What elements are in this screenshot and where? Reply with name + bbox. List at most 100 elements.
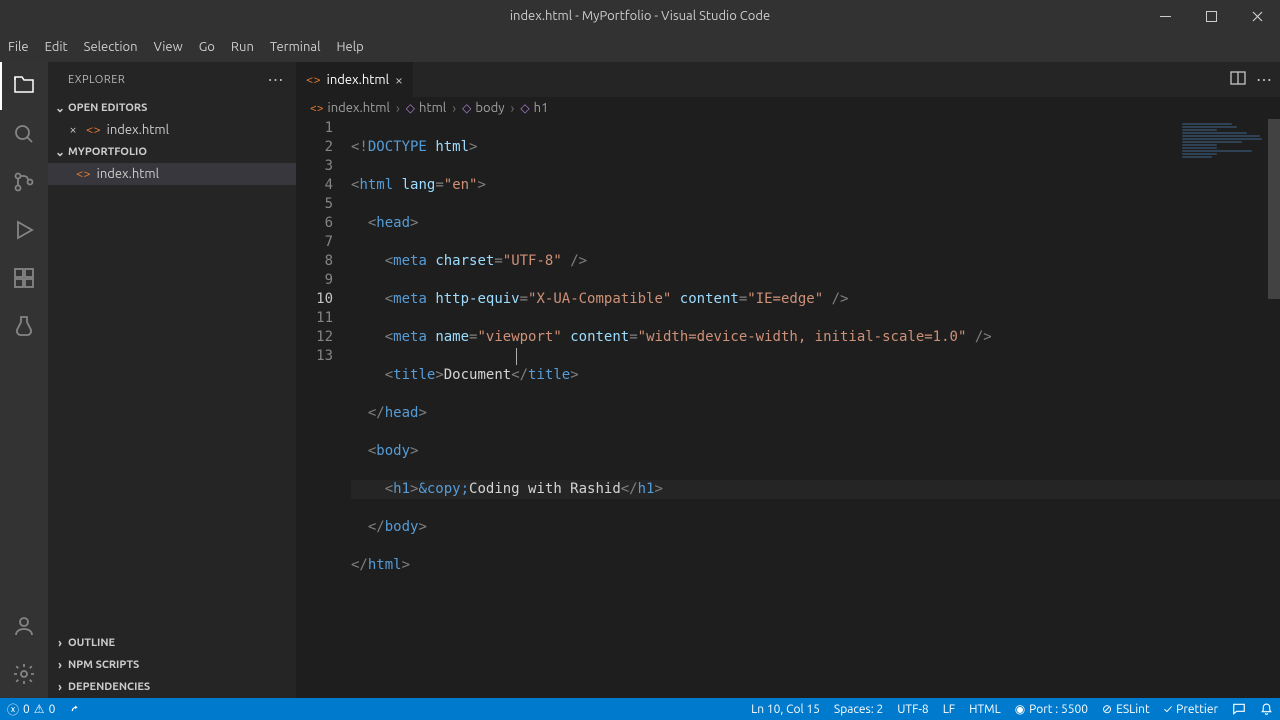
symbol-icon: ◇ [520,101,529,115]
chevron-right-icon: › [52,681,68,694]
section-npm-scripts[interactable]: › NPM SCRIPTS [48,654,296,676]
eslint-icon: ⊘ [1102,702,1112,716]
activity-testing-icon[interactable] [0,302,48,350]
status-problems[interactable]: ⓧ0 ⚠0 [0,698,62,720]
title-text: Document [444,367,511,383]
section-dependencies[interactable]: › DEPENDENCIES [48,676,296,698]
scrollbar-thumb[interactable] [1268,119,1280,299]
status-eslint-label: ESLint [1116,703,1150,716]
menu-run[interactable]: Run [223,32,262,62]
chevron-right-icon: › [52,659,68,672]
sidebar-title-label: EXPLORER [68,74,125,86]
sidebar-more-icon[interactable]: ⋯ [268,70,285,89]
section-outline[interactable]: › OUTLINE [48,632,296,654]
html-file-icon: <> [86,123,101,137]
status-spaces[interactable]: Spaces: 2 [827,698,890,720]
chevron-right-icon: › [508,100,516,116]
chevron-right-icon: › [52,637,68,650]
symbol-icon: ◇ [406,101,415,115]
tabs-actions: ⋯ [1230,62,1280,97]
split-editor-icon[interactable] [1230,70,1246,90]
activity-search-icon[interactable] [0,110,48,158]
window-title: index.html - MyPortfolio - Visual Studio… [510,9,770,23]
maximize-button[interactable] [1188,0,1234,32]
activity-settings-icon[interactable] [0,650,48,698]
section-outline-label: OUTLINE [68,637,115,649]
activity-bar [0,62,48,698]
status-feedback-icon[interactable] [1225,698,1253,720]
chevron-right-icon: › [450,100,458,116]
status-warnings: 0 [49,703,56,716]
check-icon: ✓ [1164,703,1172,716]
html-file-icon: <> [306,73,321,87]
breadcrumb-file-label: index.html [328,101,390,115]
breadcrumb-file[interactable]: <> index.html [310,101,390,115]
breadcrumb-label: html [419,101,446,115]
open-editor-item[interactable]: × <> index.html [48,119,296,141]
status-eol[interactable]: LF [936,698,962,720]
file-item[interactable]: <> index.html [48,163,296,185]
activity-run-debug-icon[interactable] [0,206,48,254]
menu-selection[interactable]: Selection [76,32,146,62]
line-number: 1 [296,119,333,138]
close-button[interactable] [1234,0,1280,32]
menu-edit[interactable]: Edit [37,32,76,62]
activity-accounts-icon[interactable] [0,602,48,650]
menu-view[interactable]: View [146,32,191,62]
activity-extensions-icon[interactable] [0,254,48,302]
text-cursor [516,348,517,365]
minimize-button[interactable] [1142,0,1188,32]
status-language[interactable]: HTML [962,698,1008,720]
vertical-scrollbar[interactable] [1268,119,1280,698]
status-eslint[interactable]: ⊘ ESLint [1095,698,1157,720]
close-icon[interactable]: × [66,123,80,137]
line-number: 9 [296,271,333,290]
editor-more-icon[interactable]: ⋯ [1256,70,1272,89]
status-live-server-icon[interactable] [62,698,89,720]
attr-content: width=device-width, initial-scale=1.0 [646,329,958,345]
code-editor[interactable]: 1 2 3 4 5 6 7 8 9 10 11 12 13 <!DOCTYPE … [296,119,1280,698]
menu-help[interactable]: Help [328,32,371,62]
tabs: <> index.html × ⋯ [296,62,1280,97]
section-open-editors-label: OPEN EDITORS [68,102,147,114]
status-bell-icon[interactable] [1253,698,1280,720]
section-folder-label: MYPORTFOLIO [68,146,147,158]
menu-go[interactable]: Go [191,32,223,62]
broadcast-icon: ◉ [1015,702,1025,716]
section-open-editors[interactable]: ⌄ OPEN EDITORS [48,97,296,119]
chevron-right-icon: › [394,100,402,116]
tab-index-html[interactable]: <> index.html × [296,62,414,97]
status-encoding[interactable]: UTF-8 [890,698,935,720]
editor-group: <> index.html × ⋯ <> index.html › ◇ html… [296,62,1280,698]
warning-icon: ⚠ [34,702,45,716]
breadcrumb-h1[interactable]: ◇ h1 [520,101,548,115]
minimap[interactable] [1178,119,1268,698]
status-port[interactable]: ◉Port : 5500 [1008,698,1095,720]
tab-label: index.html [327,73,389,87]
tab-close-icon[interactable]: × [395,72,403,88]
status-prettier[interactable]: ✓Prettier [1157,698,1225,720]
line-number: 4 [296,176,333,195]
attr-content: IE=edge [756,291,815,307]
code-area[interactable]: <!DOCTYPE html> <html lang="en"> <head> … [351,119,1280,698]
breadcrumb-html[interactable]: ◇ html [406,101,446,115]
html-file-icon: <> [310,102,324,115]
breadcrumb-body[interactable]: ◇ body [462,101,504,115]
section-deps-label: DEPENDENCIES [68,681,150,693]
status-lncol[interactable]: Ln 10, Col 15 [744,698,827,720]
activity-source-control-icon[interactable] [0,158,48,206]
line-number: 5 [296,195,333,214]
section-npm-label: NPM SCRIPTS [68,659,139,671]
activity-explorer-icon[interactable] [0,62,48,110]
line-number: 6 [296,214,333,233]
menu-terminal[interactable]: Terminal [262,32,329,62]
menu-file[interactable]: File [0,32,37,62]
breadcrumbs[interactable]: <> index.html › ◇ html › ◇ body › ◇ h1 [296,97,1280,119]
breadcrumb-label: body [475,101,504,115]
line-number: 8 [296,252,333,271]
statusbar: ⓧ0 ⚠0 Ln 10, Col 15 Spaces: 2 UTF-8 LF H… [0,698,1280,720]
section-folder[interactable]: ⌄ MYPORTFOLIO [48,141,296,163]
line-number: 12 [296,328,333,347]
html-file-icon: <> [76,167,91,181]
line-number: 3 [296,157,333,176]
